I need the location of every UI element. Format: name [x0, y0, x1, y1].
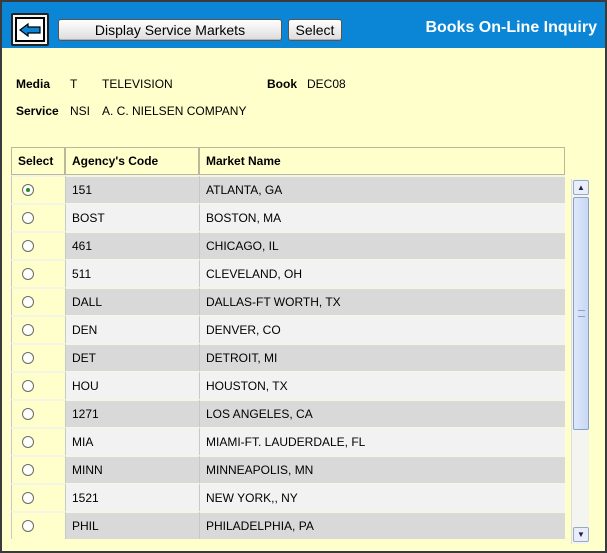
- scroll-down-arrow-icon[interactable]: ▼: [573, 527, 589, 542]
- row-radio-button[interactable]: [22, 464, 34, 476]
- market-name-cell: DALLAS-FT WORTH, TX: [199, 287, 565, 315]
- page-title: Books On-Line Inquiry: [425, 19, 597, 36]
- toolbar: Display Service Markets Select Books On-…: [2, 2, 605, 48]
- row-select-cell: [11, 287, 65, 315]
- media-label: Media: [16, 77, 51, 91]
- row-select-cell: [11, 175, 65, 203]
- row-select-cell: [11, 455, 65, 483]
- market-name-cell: LOS ANGELES, CA: [199, 399, 565, 427]
- agency-code-cell: PHIL: [65, 511, 199, 539]
- row-radio-button[interactable]: [22, 184, 34, 196]
- app-window: Display Service Markets Select Books On-…: [0, 0, 607, 553]
- back-arrow-icon: [15, 17, 45, 42]
- agency-code-cell: DEN: [65, 315, 199, 343]
- media-code: T: [70, 77, 78, 91]
- agency-code-cell: 1521: [65, 483, 199, 511]
- market-name-cell: DETROIT, MI: [199, 343, 565, 371]
- agency-code-cell: 151: [65, 175, 199, 203]
- media-name: TELEVISION: [102, 77, 173, 91]
- markets-table: Select Agency's Code Market Name 151 ATLA…: [11, 147, 565, 539]
- scroll-grip-icon: [578, 310, 585, 317]
- row-radio-button[interactable]: [22, 352, 34, 364]
- row-radio-button[interactable]: [22, 212, 34, 224]
- display-service-markets-button[interactable]: Display Service Markets: [58, 19, 282, 41]
- table-row[interactable]: 1521 NEW YORK,, NY: [11, 483, 565, 511]
- agency-code-cell: MINN: [65, 455, 199, 483]
- row-radio-button[interactable]: [22, 240, 34, 252]
- table-row[interactable]: MIA MIAMI-FT. LAUDERDALE, FL: [11, 427, 565, 455]
- agency-code-cell: BOST: [65, 203, 199, 231]
- service-name: A. C. NIELSEN COMPANY: [102, 104, 247, 118]
- scroll-up-arrow-icon[interactable]: ▲: [573, 180, 589, 195]
- row-select-cell: [11, 483, 65, 511]
- table-row[interactable]: DALL DALLAS-FT WORTH, TX: [11, 287, 565, 315]
- agency-code-cell: HOU: [65, 371, 199, 399]
- row-radio-button[interactable]: [22, 380, 34, 392]
- book-label: Book: [267, 77, 297, 91]
- table-scrollbar[interactable]: ▲ ▼: [571, 179, 589, 544]
- service-label: Service: [16, 104, 59, 118]
- market-name-cell: DENVER, CO: [199, 315, 565, 343]
- table-row[interactable]: MINN MINNEAPOLIS, MN: [11, 455, 565, 483]
- markets-table-container: Select Agency's Code Market Name 151 ATLA…: [11, 147, 565, 547]
- row-select-cell: [11, 343, 65, 371]
- table-row[interactable]: BOST BOSTON, MA: [11, 203, 565, 231]
- select-button[interactable]: Select: [288, 19, 342, 41]
- row-radio-button[interactable]: [22, 296, 34, 308]
- table-row[interactable]: PHIL PHILADELPHIA, PA: [11, 511, 565, 539]
- back-button[interactable]: [11, 13, 49, 46]
- market-name-cell: MINNEAPOLIS, MN: [199, 455, 565, 483]
- agency-code-cell: DALL: [65, 287, 199, 315]
- table-row[interactable]: 1271 LOS ANGELES, CA: [11, 399, 565, 427]
- scroll-thumb[interactable]: [573, 197, 589, 430]
- market-name-cell: HOUSTON, TX: [199, 371, 565, 399]
- market-name-cell: ATLANTA, GA: [199, 175, 565, 203]
- row-select-cell: [11, 399, 65, 427]
- header-market-name[interactable]: Market Name: [199, 147, 565, 175]
- market-name-cell: PHILADELPHIA, PA: [199, 511, 565, 539]
- market-name-cell: CLEVELAND, OH: [199, 259, 565, 287]
- agency-code-cell: DET: [65, 343, 199, 371]
- agency-code-cell: 461: [65, 231, 199, 259]
- agency-code-cell: 511: [65, 259, 199, 287]
- agency-code-cell: 1271: [65, 399, 199, 427]
- row-select-cell: [11, 371, 65, 399]
- table-row[interactable]: 461 CHICAGO, IL: [11, 231, 565, 259]
- row-radio-button[interactable]: [22, 268, 34, 280]
- header-select: Select: [11, 147, 65, 175]
- agency-code-cell: MIA: [65, 427, 199, 455]
- row-select-cell: [11, 203, 65, 231]
- table-row[interactable]: HOU HOUSTON, TX: [11, 371, 565, 399]
- market-name-cell: NEW YORK,, NY: [199, 483, 565, 511]
- table-row[interactable]: DET DETROIT, MI: [11, 343, 565, 371]
- row-radio-button[interactable]: [22, 492, 34, 504]
- row-select-cell: [11, 315, 65, 343]
- row-radio-button[interactable]: [22, 520, 34, 532]
- service-code: NSI: [70, 104, 91, 118]
- row-radio-button[interactable]: [22, 436, 34, 448]
- book-value: DEC08: [307, 77, 346, 91]
- market-name-cell: MIAMI-FT. LAUDERDALE, FL: [199, 427, 565, 455]
- row-radio-button[interactable]: [22, 408, 34, 420]
- row-radio-button[interactable]: [22, 324, 34, 336]
- table-row[interactable]: 151 ATLANTA, GA: [11, 175, 565, 203]
- row-select-cell: [11, 231, 65, 259]
- header-agency-code[interactable]: Agency's Code: [65, 147, 199, 175]
- table-row[interactable]: DEN DENVER, CO: [11, 315, 565, 343]
- table-row[interactable]: 511 CLEVELAND, OH: [11, 259, 565, 287]
- market-name-cell: CHICAGO, IL: [199, 231, 565, 259]
- row-select-cell: [11, 427, 65, 455]
- market-name-cell: BOSTON, MA: [199, 203, 565, 231]
- row-select-cell: [11, 259, 65, 287]
- row-select-cell: [11, 511, 65, 539]
